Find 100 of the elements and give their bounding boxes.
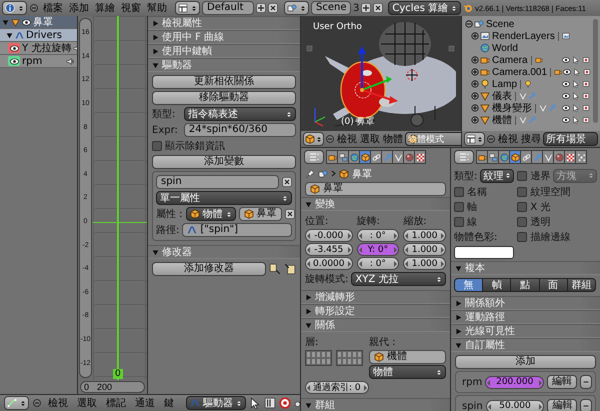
filter-dropdown[interactable]: 所有場景: [543, 132, 598, 146]
add-modifier-button[interactable]: 添加修改器: [152, 262, 266, 276]
segment-option[interactable]: 無: [454, 278, 484, 292]
expand-arrow-icon[interactable]: [455, 300, 462, 306]
number-field[interactable]: -0.000: [305, 229, 352, 242]
expand-icon[interactable]: [471, 80, 479, 88]
eye-icon[interactable]: [22, 18, 31, 26]
pass-index-field[interactable]: 通過索引: 0: [305, 381, 369, 394]
properties-tab[interactable]: [337, 150, 349, 164]
menu-item[interactable]: 視窗: [119, 1, 143, 15]
color-swatch[interactable]: [454, 246, 514, 259]
eye-icon[interactable]: [563, 68, 572, 76]
close-icon[interactable]: [373, 3, 384, 13]
segment-option[interactable]: 幀: [482, 278, 512, 292]
checkbox[interactable]: [517, 232, 528, 242]
id-type-dropdown[interactable]: 物體: [186, 207, 236, 221]
segment-option[interactable]: 面: [538, 278, 568, 292]
layer-grid[interactable]: [336, 350, 363, 366]
panel-toggle-icon[interactable]: [448, 46, 454, 52]
editor-type-button[interactable]: [464, 132, 485, 146]
expand-arrow-icon[interactable]: [455, 314, 462, 320]
remove-button[interactable]: [580, 399, 592, 411]
outliner-item[interactable]: 儀表: [492, 89, 512, 103]
update-dependencies-button[interactable]: 更新相依關係: [152, 75, 296, 89]
properties-tab[interactable]: [498, 150, 510, 164]
menu-item[interactable]: 添加: [67, 1, 91, 15]
properties-tab[interactable]: [414, 150, 426, 164]
expand-arrow-icon[interactable]: [305, 294, 312, 300]
expand-arrow-icon[interactable]: [305, 308, 312, 314]
checkbox[interactable]: [454, 216, 464, 226]
collapse-icon[interactable]: [325, 134, 335, 144]
paste-icon[interactable]: [284, 263, 296, 275]
number-field[interactable]: -3.455: [305, 243, 352, 256]
close-icon[interactable]: [284, 209, 295, 219]
menu-item[interactable]: 鍵: [161, 396, 177, 410]
expand-icon[interactable]: [471, 68, 479, 76]
menu-item[interactable]: 檔案: [41, 1, 65, 15]
scrollbar[interactable]: [593, 19, 598, 123]
checkbox[interactable]: [454, 202, 464, 212]
properties-tab[interactable]: [542, 150, 554, 164]
collapse-icon[interactable]: [465, 20, 473, 28]
panel-title[interactable]: 修改器: [162, 245, 192, 259]
expand-arrow-icon[interactable]: [455, 328, 462, 334]
segment-option[interactable]: 群組: [566, 278, 596, 292]
panel-title[interactable]: 驅動器: [162, 58, 192, 72]
panel-title[interactable]: 關係: [315, 318, 335, 332]
driver-type-dropdown[interactable]: 指令稿表述: [184, 107, 296, 121]
parent-field[interactable]: 機體: [369, 350, 446, 364]
collapse-icon[interactable]: [486, 134, 496, 144]
number-field[interactable]: : 0°: [356, 229, 400, 242]
horizontal-scrollbar[interactable]: 0 200: [80, 381, 145, 393]
expand-icon[interactable]: [471, 104, 479, 112]
properties-tab[interactable]: [487, 150, 499, 164]
expand-icon[interactable]: [471, 92, 479, 100]
editor-type-button[interactable]: [2, 1, 27, 15]
number-field[interactable]: Y: 0°: [356, 243, 400, 256]
properties-tab[interactable]: [326, 150, 338, 164]
expand-arrow-icon[interactable]: [152, 248, 159, 256]
panel-title[interactable]: 複本: [465, 261, 485, 275]
rotation-mode-dropdown[interactable]: XYZ 尤拉: [351, 272, 446, 286]
copy-icon[interactable]: [269, 263, 281, 275]
expand-icon[interactable]: [471, 32, 479, 40]
editor-type-button[interactable]: [303, 132, 324, 146]
plus-icon[interactable]: [256, 3, 266, 13]
outliner-item[interactable]: 機體: [492, 113, 512, 127]
breadcrumb[interactable]: 鼻罩: [352, 166, 372, 180]
checkbox[interactable]: [517, 202, 528, 212]
outliner-item[interactable]: Camera.001: [492, 66, 548, 78]
menu-item[interactable]: 通道: [132, 396, 158, 410]
menu-item[interactable]: 檢視: [45, 396, 71, 410]
render-icon[interactable]: [582, 56, 590, 64]
menu-item[interactable]: 檢視: [336, 132, 358, 146]
editor-type-button[interactable]: [304, 150, 324, 164]
add-variable-button[interactable]: 添加變數: [152, 155, 296, 169]
expand-arrow-icon[interactable]: [305, 402, 312, 408]
expand-icon[interactable]: [471, 56, 479, 64]
expand-arrow-icon[interactable]: [6, 32, 13, 38]
render-engine-dropdown[interactable]: Cycles 算繪: [388, 1, 462, 15]
scene-button[interactable]: [284, 1, 309, 15]
eye-icon[interactable]: [562, 116, 570, 124]
layout-field[interactable]: Default: [202, 1, 254, 15]
checkbox[interactable]: [454, 186, 464, 196]
expression-field[interactable]: 24*spin*60/360: [184, 123, 296, 137]
path-field[interactable]: ["spin"]: [182, 223, 292, 237]
expand-arrow-icon[interactable]: [152, 34, 159, 40]
checkbox[interactable]: [517, 170, 528, 180]
properties-tab[interactable]: [370, 150, 382, 164]
variable-type-dropdown[interactable]: 單一屬性: [156, 191, 292, 205]
menu-item[interactable]: 搜尋: [520, 132, 542, 146]
panel-title[interactable]: 變換: [315, 197, 335, 211]
properties-tab[interactable]: [520, 150, 532, 164]
eye-icon[interactable]: [562, 92, 570, 100]
properties-tab[interactable]: [359, 150, 371, 164]
scene-field[interactable]: Scene: [311, 1, 351, 15]
layer-grid[interactable]: [305, 350, 332, 366]
remove-driver-button[interactable]: 移除驅動器: [152, 91, 296, 105]
expand-arrow-icon[interactable]: [152, 20, 159, 26]
close-icon[interactable]: [268, 3, 278, 13]
properties-tab[interactable]: [564, 150, 576, 164]
render-icon[interactable]: [582, 80, 590, 88]
